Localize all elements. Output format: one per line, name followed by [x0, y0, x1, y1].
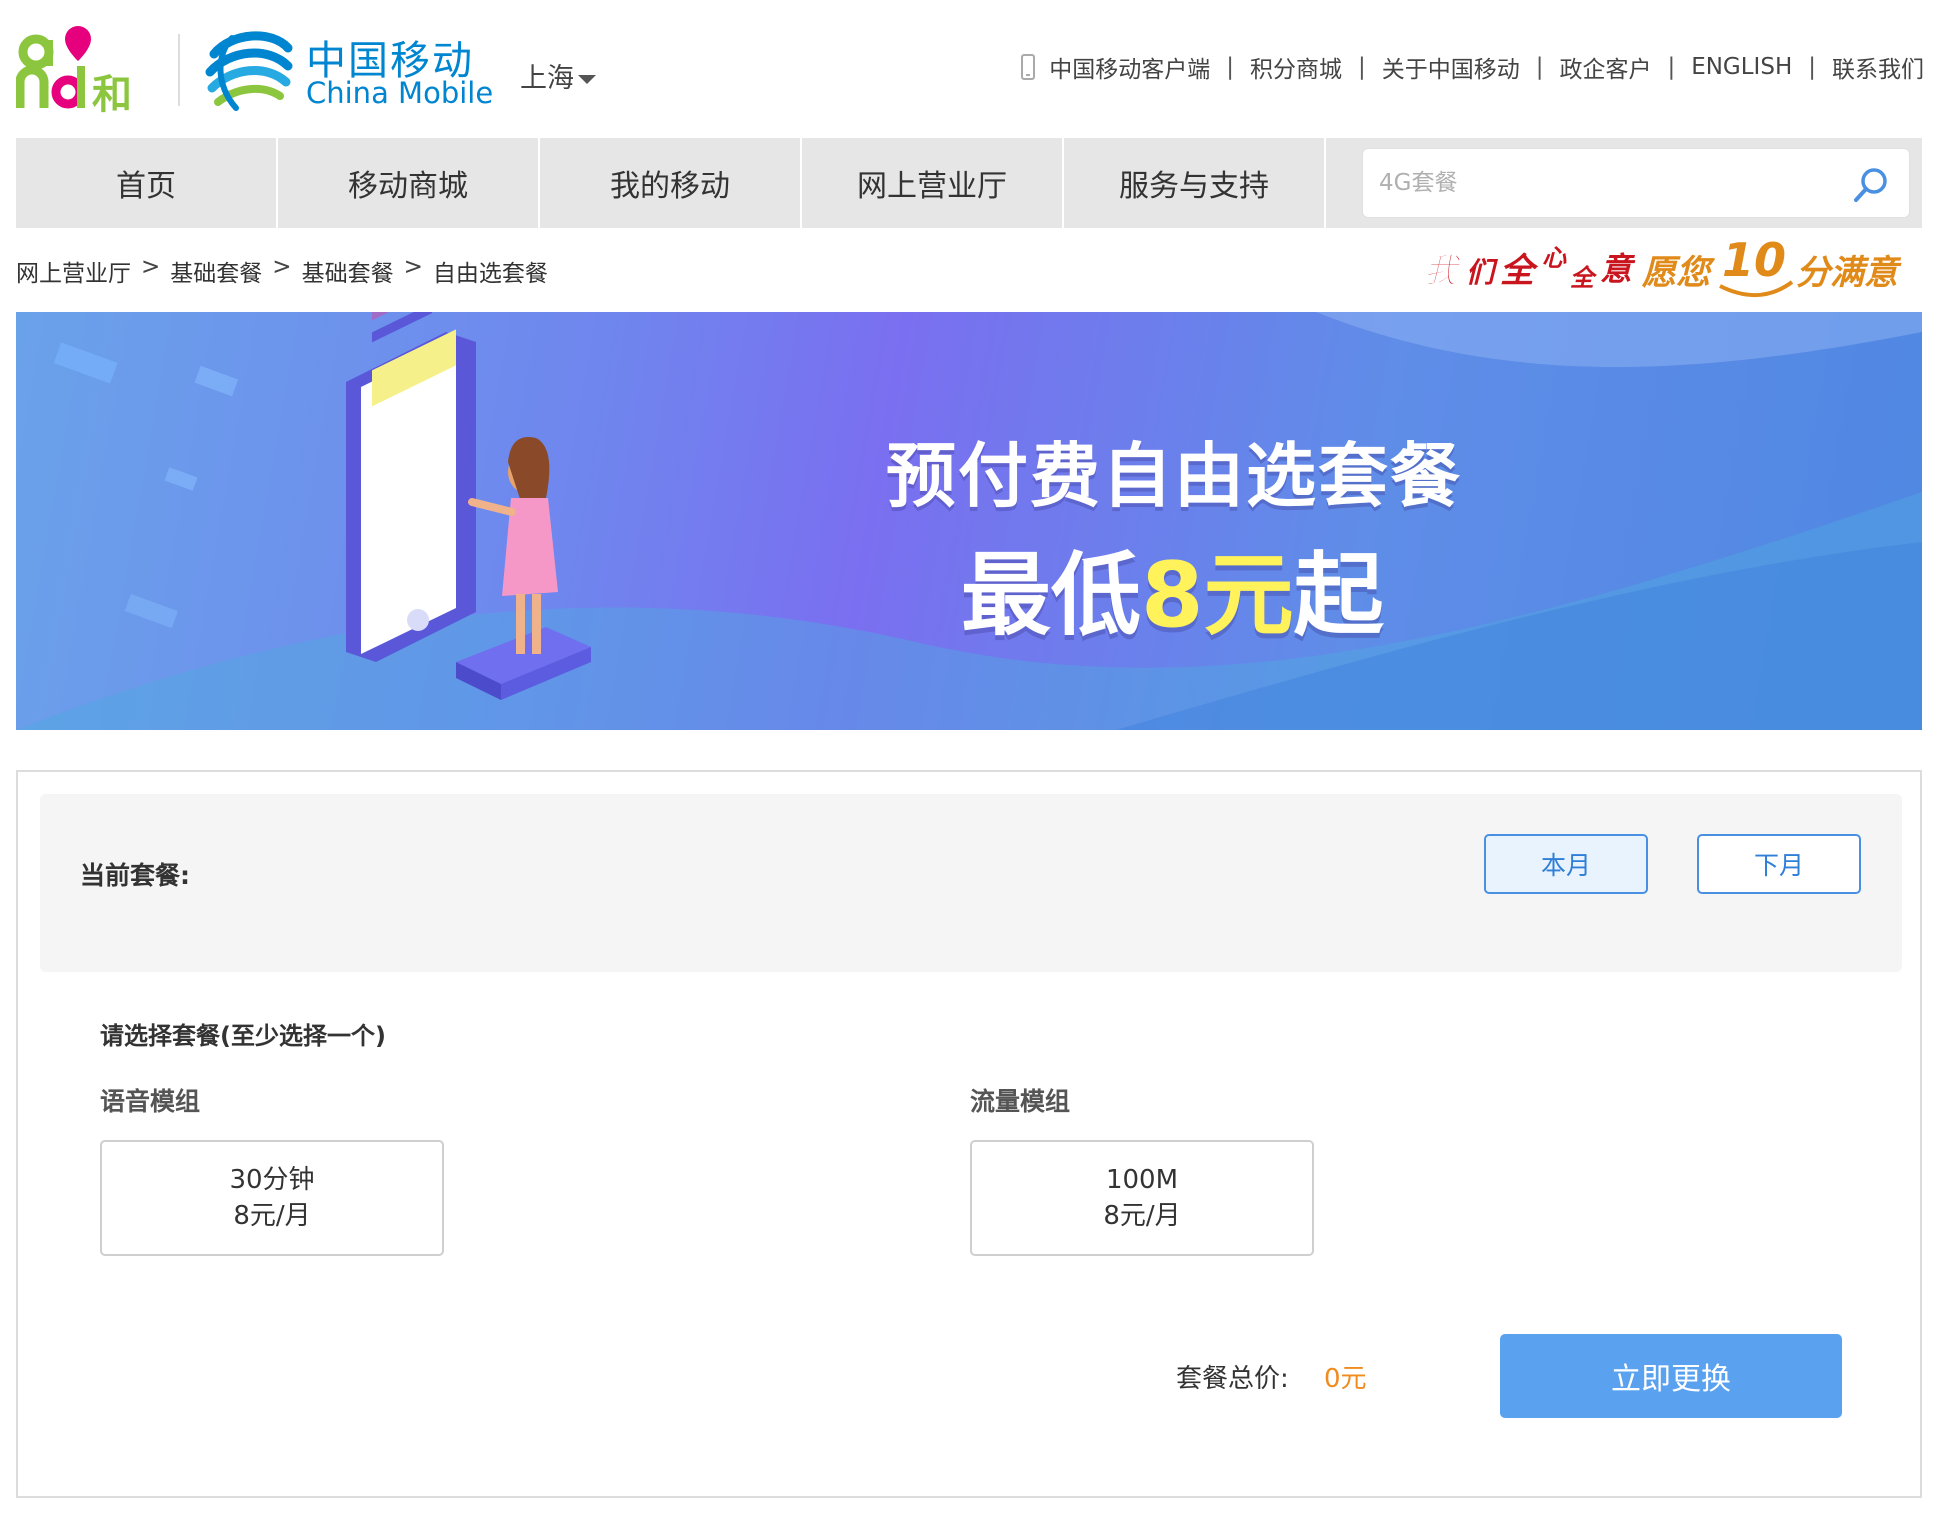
banner-subtitle: 最低8元起 [961, 522, 1384, 652]
total-price-label: 套餐总价: [1176, 1364, 1289, 1394]
top-link-enterprise[interactable]: 政企客户 [1559, 50, 1651, 84]
svg-text:全: 全 [1570, 264, 1598, 292]
data-option-card[interactable]: 100M 8元/月 [970, 1140, 1314, 1256]
option-price: 8元/月 [233, 1201, 311, 1231]
breadcrumb: 网上营业厅 > 基础套餐 > 基础套餐 > 自由选套餐 [16, 254, 548, 288]
breadcrumb-separator: > [272, 254, 292, 280]
breadcrumb-item[interactable]: 基础套餐 [170, 254, 262, 288]
nav-item-service[interactable]: 服务与支持 [1064, 138, 1326, 228]
option-price: 8元/月 [1103, 1201, 1181, 1231]
banner-subtitle-highlight: 8元 [1141, 543, 1294, 648]
nav-item-online-hall[interactable]: 网上营业厅 [802, 138, 1064, 228]
site-header: 和 中国移动 China Mobile 上海 中国移动客户端 | 积分商城 | … [0, 0, 1954, 138]
city-selector[interactable]: 上海 [520, 56, 596, 95]
svg-text:心: 心 [1542, 244, 1567, 272]
voice-option-card[interactable]: 30分钟 8元/月 [100, 1140, 444, 1256]
top-link-separator: | [1226, 54, 1234, 80]
banner-subtitle-suffix: 起 [1293, 543, 1384, 648]
option-name: 100M [1105, 1165, 1179, 1195]
top-link-separator: | [1667, 54, 1676, 80]
and-logo[interactable]: 和 [16, 22, 156, 118]
search-icon[interactable] [1851, 165, 1891, 205]
next-month-button[interactable]: 下月 [1697, 834, 1861, 894]
breadcrumb-separator: > [403, 254, 423, 280]
banner-illustration [16, 312, 1922, 730]
plan-panel: 当前套餐: 本月 下月 请选择套餐(至少选择一个) 语音模组 流量模组 30分钟… [16, 770, 1922, 1498]
voice-group-label: 语音模组 [100, 1087, 201, 1116]
banner-subtitle-prefix: 最低 [961, 543, 1141, 648]
svg-text:10: 10 [1722, 233, 1786, 287]
main-nav: 首页 移动商城 我的移动 网上营业厅 服务与支持 [16, 138, 1922, 228]
option-name: 30分钟 [229, 1165, 315, 1195]
change-now-button[interactable]: 立即更换 [1500, 1334, 1842, 1418]
chevron-down-icon [578, 75, 596, 84]
nav-search-box [1362, 148, 1910, 218]
logo-divider [178, 34, 180, 106]
top-link-client[interactable]: 中国移动客户端 [1049, 50, 1210, 84]
nav-item-home[interactable]: 首页 [16, 138, 278, 228]
brand-name-en: China Mobile [306, 76, 494, 110]
select-plan-title: 请选择套餐(至少选择一个) [100, 1022, 386, 1050]
breadcrumb-item[interactable]: 基础套餐 [302, 254, 394, 288]
search-input[interactable] [1377, 163, 1837, 203]
city-label: 上海 [520, 63, 574, 94]
top-link-separator: | [1357, 54, 1366, 80]
breadcrumb-separator: > [141, 254, 161, 280]
mobile-phone-icon [1021, 54, 1036, 80]
svg-text:全: 全 [1500, 251, 1539, 291]
breadcrumb-current: 自由选套餐 [432, 261, 548, 287]
banner-title: 预付费自由选套餐 [886, 435, 1462, 517]
promo-banner[interactable]: 预付费自由选套餐 最低8元起 [16, 312, 1922, 730]
china-mobile-logo[interactable]: 中国移动 China Mobile [202, 24, 502, 116]
top-link-about[interactable]: 关于中国移动 [1382, 50, 1520, 84]
nav-item-my-mobile[interactable]: 我的移动 [540, 138, 802, 228]
top-link-english[interactable]: ENGLISH [1691, 54, 1792, 80]
nav-item-mall[interactable]: 移动商城 [278, 138, 540, 228]
top-link-separator: | [1808, 54, 1816, 80]
svg-text:意: 意 [1600, 250, 1636, 288]
and-logo-text: 和 [92, 72, 132, 118]
this-month-button[interactable]: 本月 [1484, 834, 1648, 894]
top-link-points-mall[interactable]: 积分商城 [1250, 50, 1342, 84]
current-plan-label: 当前套餐: [80, 861, 190, 890]
top-links: 中国移动客户端 | 积分商城 | 关于中国移动 | 政企客户 | ENGLISH… [1021, 50, 1924, 84]
svg-text:愿您: 愿您 [1641, 253, 1716, 293]
breadcrumb-item[interactable]: 网上营业厅 [16, 254, 131, 288]
total-price-value: 0元 [1324, 1364, 1367, 1394]
svg-text:分满意: 分满意 [1796, 253, 1902, 293]
slogan-logo: 我 们 全 心 全 意 愿您 10 分满意 [1424, 233, 1902, 298]
china-mobile-emblem-icon [205, 31, 293, 111]
svg-text:我: 我 [1424, 251, 1462, 291]
current-plan-box: 当前套餐: 本月 下月 [40, 794, 1902, 972]
top-link-separator: | [1535, 54, 1544, 80]
top-link-contact[interactable]: 联系我们 [1832, 50, 1924, 84]
data-group-label: 流量模组 [970, 1087, 1071, 1116]
svg-text:们: 们 [1466, 256, 1499, 289]
